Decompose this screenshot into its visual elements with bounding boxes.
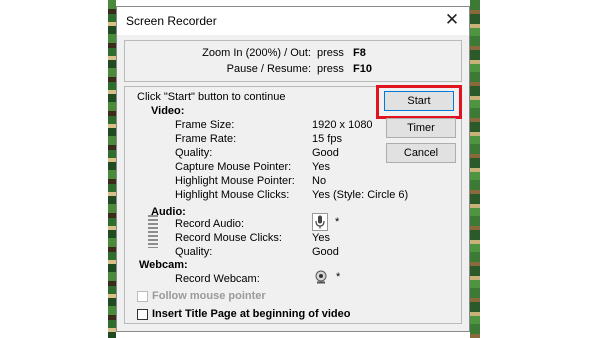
start-button[interactable]: Start — [384, 91, 454, 111]
webcam-label: Record Webcam: — [175, 273, 260, 285]
audio-value: * — [335, 216, 340, 228]
background-game-left — [108, 0, 116, 338]
insert-title-page-checkbox[interactable] — [137, 309, 148, 320]
webcam-value: * — [336, 271, 341, 283]
hotkey-key: F10 — [353, 63, 372, 75]
background-game-right — [470, 0, 480, 338]
audio-value: Good — [312, 246, 339, 258]
hotkey-label: Zoom In (200%) / Out: — [202, 47, 311, 59]
screen-recorder-dialog: Screen Recorder ✕ Zoom In (200%) / Out: … — [116, 6, 470, 332]
window-title: Screen Recorder — [126, 14, 217, 28]
video-value: Yes (Style: Circle 6) — [312, 189, 409, 201]
video-label: Highlight Mouse Pointer: — [175, 175, 295, 187]
audio-level-meter — [148, 215, 158, 248]
cancel-button[interactable]: Cancel — [386, 143, 456, 163]
video-label: Frame Rate: — [175, 133, 237, 145]
audio-label: Record Mouse Clicks: — [175, 232, 282, 244]
audio-label: Quality: — [175, 246, 213, 258]
audio-label: Record Audio: — [175, 218, 245, 230]
video-value: Yes — [312, 161, 330, 173]
video-label: Capture Mouse Pointer: — [175, 161, 292, 173]
instruction-text: Click "Start" button to continue — [137, 91, 286, 103]
microphone-icon[interactable] — [312, 213, 328, 231]
hotkey-info-panel: Zoom In (200%) / Out: press F8 Pause / R… — [124, 40, 462, 82]
timer-button[interactable]: Timer — [386, 118, 456, 138]
hotkey-label: Pause / Resume: — [226, 63, 311, 75]
video-value: No — [312, 175, 327, 187]
video-heading: Video: — [151, 105, 185, 117]
audio-value: Yes — [312, 232, 330, 244]
webcam-heading: Webcam: — [139, 259, 188, 271]
close-icon[interactable]: ✕ — [441, 10, 463, 30]
insert-title-page-label: Insert Title Page at beginning of video — [152, 308, 351, 320]
video-value: 1920 x 1080 — [312, 119, 373, 131]
hotkey-press: press — [317, 47, 344, 59]
video-label: Frame Size: — [175, 119, 235, 131]
title-bar: Screen Recorder ✕ — [117, 7, 469, 35]
video-value: 15 fps — [312, 133, 342, 145]
follow-mouse-checkbox[interactable] — [137, 291, 148, 302]
video-value: Good — [312, 147, 339, 159]
hotkey-press: press — [317, 63, 344, 75]
webcam-icon[interactable] — [314, 270, 328, 284]
follow-mouse-label: Follow mouse pointer — [152, 290, 266, 302]
video-label: Highlight Mouse Clicks: — [175, 189, 290, 201]
video-label: Quality: — [175, 147, 213, 159]
hotkey-key: F8 — [353, 47, 366, 59]
